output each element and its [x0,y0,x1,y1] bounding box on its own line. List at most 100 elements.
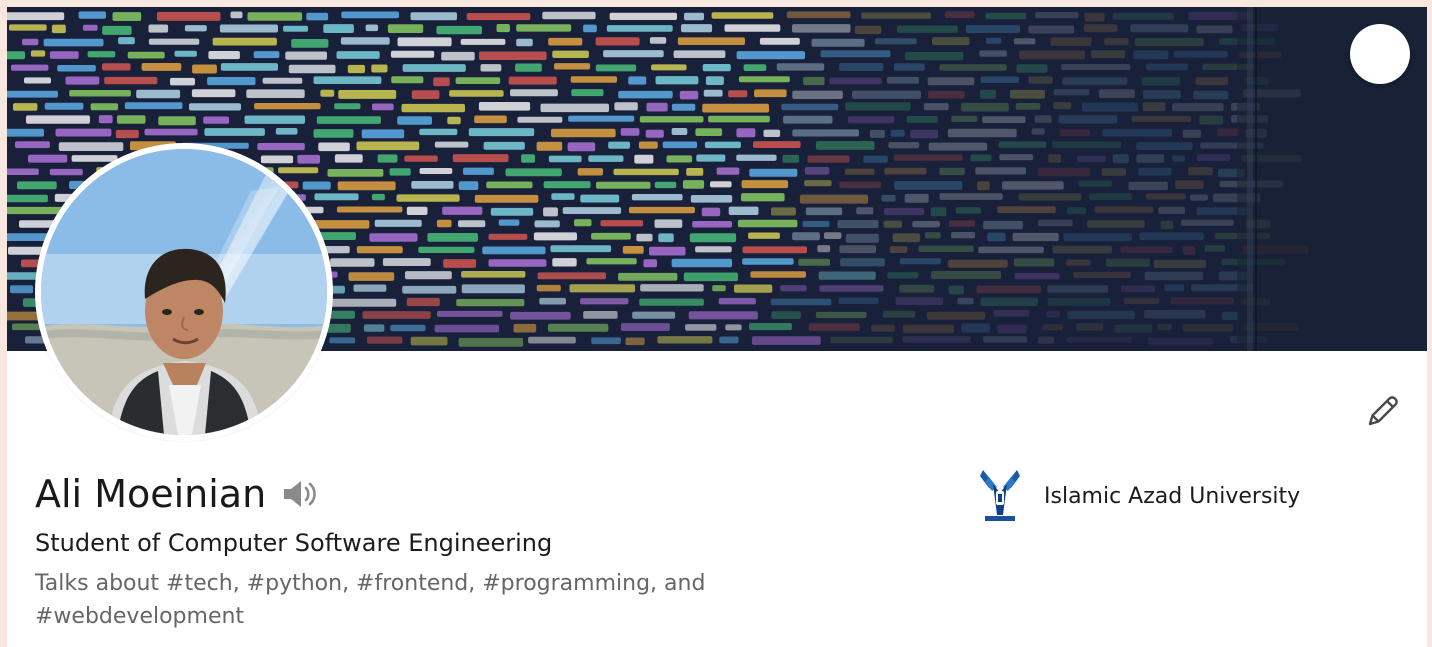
code-token-mark [390,324,426,332]
profile-photo[interactable] [35,143,333,441]
code-token-mark [895,297,944,305]
code-token-mark [184,25,207,32]
code-token-mark [433,77,450,87]
code-token-mark [1130,24,1189,33]
code-token-mark [588,155,624,162]
code-token-mark [192,64,217,74]
code-token-mark [1182,129,1202,138]
code-token-mark [260,155,294,164]
code-token-mark [830,336,893,344]
code-token-mark [815,311,867,319]
code-token-mark [703,89,723,97]
code-token-mark [1173,51,1228,58]
code-token-mark [347,64,365,74]
code-token-mark [961,102,1009,112]
code-token-mark [104,76,158,85]
code-token-mark [1002,181,1064,190]
code-token-mark [401,103,465,113]
code-token-mark [505,168,562,177]
code-token-mark [692,221,732,228]
code-token-mark [781,103,839,111]
code-token-mark [1087,220,1145,228]
code-token-mark [327,169,384,177]
code-token-mark [677,37,745,45]
code-token-mark [117,115,146,124]
pencil-icon [1368,396,1398,426]
code-token-mark [640,284,704,292]
code-token-mark [455,77,501,84]
code-token-mark [792,232,820,241]
code-token-mark [574,219,592,227]
speaker-icon[interactable] [279,477,319,511]
code-token-mark [998,141,1047,148]
education-school[interactable]: Islamic Azad University [972,462,1352,532]
code-token-mark [608,141,630,149]
code-token-mark [1106,258,1150,267]
code-token-mark [738,76,790,83]
code-token-mark [488,233,528,240]
code-token-mark [829,77,882,85]
code-token-mark [297,154,320,164]
code-token-mark [776,63,825,71]
banner-edit-button[interactable] [1350,24,1410,84]
code-token-mark [442,206,483,215]
code-token-mark [863,155,888,163]
code-token-mark [673,50,726,58]
code-token-mark [932,37,970,46]
code-token-mark [961,323,990,333]
code-token-mark [461,284,525,294]
school-name[interactable]: Islamic Azad University [1044,483,1300,511]
code-token-mark [871,324,895,332]
code-token-mark [894,63,925,71]
code-token-mark [759,37,800,45]
code-token-mark [718,298,756,305]
code-token-mark [551,128,616,138]
code-token-mark [728,206,759,215]
code-token-mark [583,311,618,319]
code-token-mark [498,219,520,226]
code-token-mark [926,311,985,320]
code-token-mark [220,63,278,71]
code-token-mark [645,129,664,138]
code-token-mark [639,116,704,123]
code-token-mark [568,115,635,122]
code-token-mark [782,154,800,163]
code-token-mark [1104,38,1129,46]
code-token-mark [7,128,44,137]
code-token-mark [7,51,25,60]
profile-edit-button[interactable] [1360,390,1404,434]
code-token-mark [1142,102,1166,112]
code-token-mark [671,128,688,135]
code-token-mark [28,154,68,163]
code-token-mark [1058,115,1118,124]
code-token-mark [313,129,354,138]
code-token-mark [1034,115,1052,123]
code-token-mark [763,129,781,137]
code-token-mark [1084,12,1105,22]
code-token-mark [397,37,452,47]
code-token-mark [338,90,397,99]
code-token-mark [313,76,382,84]
code-token-mark [771,207,796,216]
code-token-mark [118,37,135,45]
code-token-mark [49,51,79,59]
code-token-mark [1098,89,1135,98]
code-token-mark [461,271,526,278]
code-token-mark [158,116,196,126]
code-token-mark [1182,246,1195,255]
code-token-mark [770,298,832,306]
code-token-mark [686,168,704,176]
code-token-mark [683,272,738,282]
code-token-mark [1081,102,1138,112]
code-token-mark [466,13,531,21]
code-token-mark [78,11,106,19]
code-token-mark [550,245,612,253]
code-token-mark [374,219,422,227]
code-token-mark [356,141,420,151]
university-logo [972,463,1028,531]
code-token-mark [620,323,670,331]
code-token-mark [329,337,356,344]
code-token-mark [838,297,879,304]
code-token-mark [510,89,558,97]
code-token-mark [540,103,609,113]
